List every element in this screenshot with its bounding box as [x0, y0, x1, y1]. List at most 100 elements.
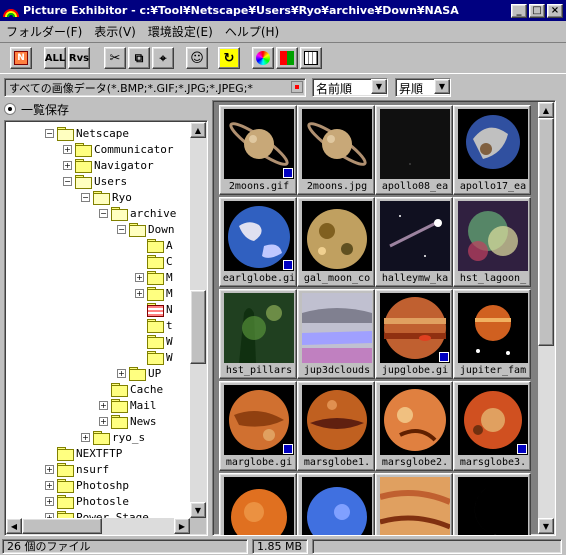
tree-node[interactable]: + Navigator [63, 157, 154, 173]
app-rainbow-icon[interactable] [3, 4, 19, 18]
collapse-icon[interactable]: − [117, 224, 126, 234]
expand-icon[interactable]: + [135, 288, 144, 298]
expand-icon[interactable]: + [99, 416, 108, 426]
tree-node[interactable]: − Users [63, 173, 127, 189]
expand-icon[interactable]: + [135, 272, 144, 282]
tree-node[interactable]: + UP [117, 365, 161, 381]
menu-view[interactable]: 表示(V) [88, 23, 142, 40]
radio-button[interactable] [4, 103, 16, 115]
tree-node[interactable]: + ryo_s [81, 429, 145, 445]
thumbnail-image[interactable] [380, 201, 450, 271]
cut-button[interactable]: ✂ [104, 47, 126, 69]
tree-node[interactable]: + Mail [99, 397, 157, 413]
refresh-button[interactable]: ↻ [218, 47, 240, 69]
menu-settings[interactable]: 環境設定(E) [142, 23, 219, 40]
expand-icon[interactable]: + [81, 432, 90, 442]
expand-icon[interactable]: + [45, 464, 54, 474]
thumbnail-image[interactable] [380, 293, 450, 363]
thumbnail-image[interactable] [458, 201, 528, 271]
grid-vertical-scrollbar[interactable]: ▲ ▼ [538, 102, 554, 534]
thumbnail-image[interactable] [302, 201, 372, 271]
tree-node[interactable]: + Photoshp [45, 477, 129, 493]
thumbnail-cell[interactable]: earlglobe.gi [219, 197, 297, 287]
filter-stop-icon[interactable] [291, 81, 303, 93]
sort-field-select[interactable]: 名前順 ▼ [312, 78, 388, 97]
thumbnail-cell[interactable] [453, 473, 531, 535]
expand-icon[interactable]: + [99, 400, 108, 410]
thumbnail-cell[interactable] [297, 473, 375, 535]
close-button[interactable]: × [547, 3, 563, 18]
thumbnail-cell[interactable]: hst_lagoon_ [453, 197, 531, 287]
netscape-button[interactable]: N [10, 47, 32, 69]
thumbnail-cell[interactable]: apollo17_ea [453, 105, 531, 195]
collapse-icon[interactable]: − [45, 128, 54, 138]
chevron-down-icon[interactable]: ▼ [434, 79, 450, 94]
thumbnail-cell[interactable]: jup3dclouds [297, 289, 375, 379]
thumbnail-image[interactable] [302, 293, 372, 363]
thumbnail-cell[interactable]: marsglobe2. [375, 381, 453, 471]
expand-icon[interactable]: + [45, 480, 54, 490]
tiles-button[interactable] [276, 47, 298, 69]
thumbnail-image[interactable] [302, 477, 372, 535]
chevron-down-icon[interactable]: ▼ [371, 79, 387, 94]
thumbnail-image[interactable] [224, 109, 294, 179]
tree-node[interactable]: + M [135, 285, 173, 301]
tree-node[interactable]: W [135, 333, 173, 349]
paste-button[interactable]: ⌖ [152, 47, 174, 69]
tree-node[interactable]: + News [99, 413, 157, 429]
scroll-thumb[interactable] [22, 518, 102, 534]
expand-icon[interactable]: + [63, 160, 72, 170]
thumbnail-image[interactable] [224, 293, 294, 363]
tree-node[interactable]: t [135, 317, 173, 333]
scroll-right-arrow[interactable]: ▶ [174, 518, 190, 534]
tree-node[interactable]: N [135, 301, 173, 317]
tree-node[interactable]: + nsurf [45, 461, 109, 477]
view-button[interactable]: ☺ [186, 47, 208, 69]
folder-tree[interactable]: − Netscape + Communicator + Navigator − Users − R… [4, 120, 208, 536]
thumbnail-cell[interactable]: 2moons.jpg [297, 105, 375, 195]
thumbnail-image[interactable] [224, 201, 294, 271]
thumbnail-cell[interactable]: marsglobe1. [297, 381, 375, 471]
thumbnail-image[interactable] [380, 109, 450, 179]
thumbnail-image[interactable] [458, 385, 528, 455]
scroll-up-arrow[interactable]: ▲ [538, 102, 554, 118]
scroll-down-arrow[interactable]: ▼ [190, 502, 206, 518]
menu-help[interactable]: ヘルプ(H) [219, 23, 285, 40]
tree-horizontal-scrollbar[interactable]: ◀ ▶ [6, 518, 190, 534]
thumbnail-cell[interactable] [375, 473, 453, 535]
menu-folder[interactable]: フォルダー(F) [0, 23, 88, 40]
list-save-option[interactable]: 一覧保存 [4, 100, 69, 118]
thumbnail-cell[interactable]: marglobe.gi [219, 381, 297, 471]
copy-button[interactable]: ⧉ [128, 47, 150, 69]
scroll-up-arrow[interactable]: ▲ [190, 122, 206, 138]
tree-node[interactable]: − archive [99, 205, 176, 221]
thumbnail-image[interactable] [302, 109, 372, 179]
reverse-select-button[interactable]: Rvs [68, 47, 90, 69]
thumbnail-image[interactable] [380, 477, 450, 535]
tree-node[interactable]: + Communicator [63, 141, 173, 157]
color-button[interactable] [252, 47, 274, 69]
grid-button[interactable] [300, 47, 322, 69]
minimize-button[interactable]: _ [511, 3, 527, 18]
thumbnail-cell[interactable]: marsglobe3. [453, 381, 531, 471]
scroll-thumb[interactable] [190, 290, 206, 364]
thumbnail-cell[interactable]: gal_moon_co [297, 197, 375, 287]
expand-icon[interactable]: + [45, 496, 54, 506]
select-all-button[interactable]: ALL [44, 47, 66, 69]
thumbnail-cell[interactable]: hst_pillars [219, 289, 297, 379]
tree-node[interactable]: A [135, 237, 173, 253]
thumbnail-cell[interactable]: jupiter_fam [453, 289, 531, 379]
thumbnail-image[interactable] [224, 477, 294, 535]
thumbnail-image[interactable] [458, 293, 528, 363]
thumbnail-cell[interactable]: apollo08_ea [375, 105, 453, 195]
tree-node[interactable]: Cache [99, 381, 163, 397]
sort-order-select[interactable]: 昇順 ▼ [395, 78, 451, 97]
collapse-icon[interactable]: − [63, 176, 72, 186]
collapse-icon[interactable]: − [99, 208, 108, 218]
tree-node[interactable]: NEXTFTP [45, 445, 122, 461]
thumbnail-cell[interactable]: jupglobe.gi [375, 289, 453, 379]
thumbnail-image[interactable] [458, 477, 528, 535]
tree-node[interactable]: + Photosle [45, 493, 129, 509]
thumbnail-grid[interactable]: 2moons.gif 2moons.jpg apollo08_ea apollo17_… [212, 100, 556, 536]
thumbnail-image[interactable] [224, 385, 294, 455]
